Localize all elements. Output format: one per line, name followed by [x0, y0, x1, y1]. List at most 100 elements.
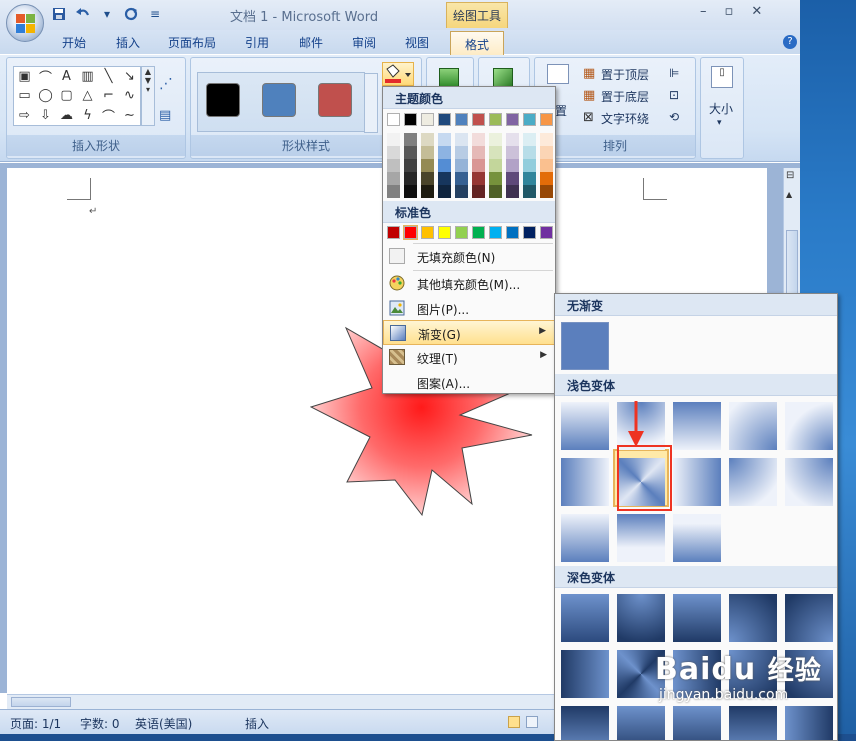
- horizontal-scroll-thumb[interactable]: [11, 697, 71, 707]
- print-layout-view-icon[interactable]: [508, 716, 520, 728]
- shade-swatch[interactable]: [523, 146, 536, 159]
- shade-swatch[interactable]: [438, 172, 451, 185]
- dark-gradient-tile[interactable]: [729, 706, 777, 740]
- close-icon[interactable]: ✕: [751, 4, 762, 19]
- minimize-icon[interactable]: –: [700, 4, 707, 19]
- shade-swatch[interactable]: [506, 159, 519, 172]
- dark-gradient-tile[interactable]: [785, 706, 833, 740]
- theme-color-swatch[interactable]: [472, 113, 485, 126]
- tab-format[interactable]: 格式: [450, 31, 504, 56]
- curve-connector-shape-icon[interactable]: ∿: [119, 86, 140, 105]
- shade-swatch[interactable]: [438, 185, 451, 198]
- rotate-icon[interactable]: ⟲: [669, 110, 679, 124]
- arrow-line-shape-icon[interactable]: ↘: [119, 67, 140, 86]
- tab-mailings[interactable]: 邮件: [299, 34, 323, 51]
- light-gradient-tile[interactable]: [673, 514, 721, 562]
- freeform-shape-icon[interactable]: ∼: [119, 106, 140, 125]
- align-icon[interactable]: ⊫: [669, 66, 679, 80]
- shade-swatch[interactable]: [455, 159, 468, 172]
- shade-swatch[interactable]: [540, 146, 553, 159]
- dark-gradient-tile[interactable]: [561, 594, 609, 642]
- standard-color-swatch[interactable]: [540, 226, 553, 239]
- texture-fill-item[interactable]: 纹理(T) ▶: [383, 345, 555, 370]
- shade-swatch[interactable]: [438, 133, 451, 146]
- shade-swatch[interactable]: [506, 185, 519, 198]
- shade-swatch[interactable]: [438, 146, 451, 159]
- shade-swatch[interactable]: [523, 159, 536, 172]
- standard-color-swatch[interactable]: [523, 226, 536, 239]
- shade-swatch[interactable]: [540, 172, 553, 185]
- style-swatch-black[interactable]: [206, 83, 240, 117]
- standard-color-swatch[interactable]: [455, 226, 468, 239]
- light-gradient-tile[interactable]: [673, 402, 721, 450]
- dark-gradient-tile[interactable]: [561, 650, 609, 698]
- light-gradient-tile[interactable]: [729, 402, 777, 450]
- tab-view[interactable]: 视图: [405, 34, 429, 51]
- dark-gradient-tile[interactable]: [617, 706, 665, 740]
- shade-swatch[interactable]: [404, 146, 417, 159]
- tab-insert[interactable]: 插入: [116, 34, 140, 51]
- lightning-shape-icon[interactable]: ϟ: [77, 106, 98, 125]
- send-to-back-button[interactable]: 置于底层: [601, 88, 649, 105]
- light-gradient-tile[interactable]: [673, 458, 721, 506]
- shade-swatch[interactable]: [472, 185, 485, 198]
- status-words[interactable]: 字数: 0: [80, 715, 120, 732]
- shade-swatch[interactable]: [523, 185, 536, 198]
- shade-swatch[interactable]: [540, 185, 553, 198]
- dark-gradient-tile[interactable]: [673, 706, 721, 740]
- tab-review[interactable]: 审阅: [352, 34, 376, 51]
- shape-styles-gallery[interactable]: [197, 72, 378, 133]
- shade-swatch[interactable]: [506, 172, 519, 185]
- standard-color-swatch[interactable]: [506, 226, 519, 239]
- edit-points-icon[interactable]: ⋰: [159, 76, 173, 92]
- position-icon[interactable]: [547, 64, 569, 84]
- textbox-a-shape-icon[interactable]: A: [56, 67, 77, 86]
- shade-swatch[interactable]: [421, 146, 434, 159]
- shade-swatch[interactable]: [404, 159, 417, 172]
- more-fill-colors-item[interactable]: 其他填充颜色(M)...: [383, 271, 555, 296]
- shade-swatch[interactable]: [540, 133, 553, 146]
- theme-color-swatch[interactable]: [455, 113, 468, 126]
- theme-color-swatch[interactable]: [489, 113, 502, 126]
- light-gradient-tile[interactable]: [561, 402, 609, 450]
- picture-fill-item[interactable]: 图片(P)...: [383, 296, 555, 321]
- help-icon[interactable]: ?: [783, 35, 797, 49]
- theme-color-swatch[interactable]: [506, 113, 519, 126]
- dark-gradient-tile[interactable]: [785, 594, 833, 642]
- elbow-connector-shape-icon[interactable]: ⌐: [98, 86, 119, 105]
- 3d-effects-icon[interactable]: [493, 68, 513, 88]
- undo-dropdown-icon[interactable]: ▾: [98, 6, 116, 22]
- shade-swatch[interactable]: [489, 146, 502, 159]
- vertical-textbox-shape-icon[interactable]: ▥: [77, 67, 98, 86]
- insert-textbox-icon[interactable]: ▤: [159, 108, 171, 123]
- theme-color-swatch[interactable]: [421, 113, 434, 126]
- size-dropdown-icon[interactable]: ▾: [717, 118, 722, 128]
- shade-swatch[interactable]: [421, 185, 434, 198]
- size-button[interactable]: 大小: [709, 100, 733, 117]
- shade-swatch[interactable]: [455, 133, 468, 146]
- standard-color-swatch[interactable]: [421, 226, 434, 239]
- theme-color-swatch[interactable]: [404, 113, 417, 126]
- shade-swatch[interactable]: [489, 172, 502, 185]
- shade-swatch[interactable]: [472, 133, 485, 146]
- status-page[interactable]: 页面: 1/1: [10, 715, 61, 732]
- scroll-up-icon[interactable]: ▲: [786, 190, 798, 202]
- tab-page-layout[interactable]: 页面布局: [168, 34, 216, 51]
- customize-qat-icon[interactable]: ≡: [146, 6, 164, 22]
- theme-color-swatch[interactable]: [387, 113, 400, 126]
- right-arrow-shape-icon[interactable]: ⇨: [14, 106, 35, 125]
- shapes-gallery-scroll[interactable]: ▲ ▼ ▾: [141, 66, 155, 126]
- shade-swatch[interactable]: [404, 133, 417, 146]
- shade-swatch[interactable]: [455, 146, 468, 159]
- arc-shape-icon[interactable]: ⌒: [35, 67, 56, 86]
- light-gradient-tile[interactable]: [785, 458, 833, 506]
- redo-icon[interactable]: [122, 6, 140, 22]
- rounded-rect-shape-icon[interactable]: ▢: [56, 86, 77, 105]
- no-gradient-option[interactable]: [561, 322, 609, 370]
- shade-swatch[interactable]: [523, 172, 536, 185]
- text-wrap-button[interactable]: 文字环绕: [601, 110, 649, 127]
- theme-color-swatch[interactable]: [540, 113, 553, 126]
- pattern-fill-item[interactable]: 图案(A)...: [383, 370, 555, 395]
- light-gradient-tile[interactable]: [561, 458, 609, 506]
- shade-swatch[interactable]: [455, 172, 468, 185]
